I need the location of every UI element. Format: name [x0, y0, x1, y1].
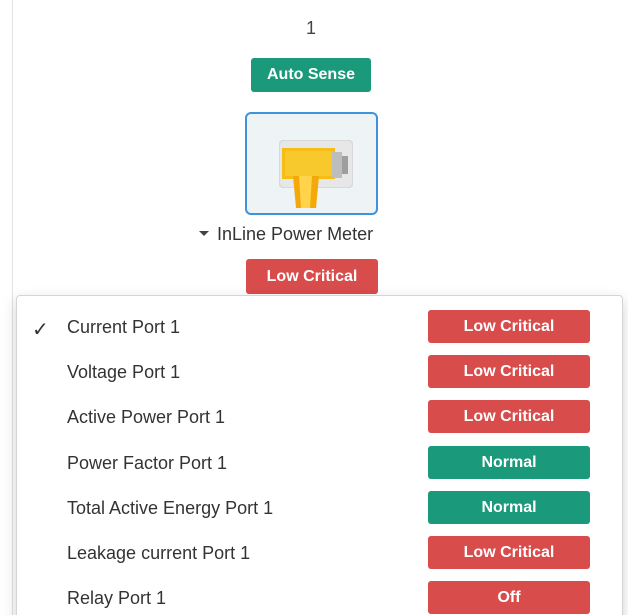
sensor-status-badge: Normal — [428, 491, 590, 524]
device-name-toggle[interactable]: InLine Power Meter — [199, 224, 429, 245]
sensor-status-badge: Low Critical — [428, 536, 590, 569]
sensor-label: Power Factor Port 1 — [67, 453, 228, 473]
sensor-label: Total Active Energy Port 1 — [67, 498, 274, 518]
sensor-status-badge: Low Critical — [428, 355, 590, 388]
sensor-status-badge: Off — [428, 581, 590, 614]
device-name: InLine Power Meter — [217, 224, 374, 244]
sensor-label: Current Port 1 — [67, 317, 181, 337]
caret-down-icon — [199, 230, 209, 236]
port-number: 1 — [305, 18, 316, 38]
sensor-status-badge: Normal — [428, 446, 590, 479]
auto-sense-badge: Auto Sense — [251, 58, 371, 92]
check-icon: ✓ — [32, 319, 49, 341]
device-status-badge: Low Critical — [246, 259, 378, 294]
sensor-status-badge: Low Critical — [428, 400, 590, 433]
inline-power-meter-icon — [279, 140, 353, 208]
port-detail-page: 1 Auto Sense InLine Power Meter Low Crit… — [0, 0, 628, 615]
device-tile[interactable] — [245, 112, 378, 215]
sensor-row-voltage-port-1[interactable]: Voltage Port 1 Low Critical — [17, 355, 622, 399]
sensor-label: Leakage current Port 1 — [67, 543, 251, 563]
sensor-row-active-power-port-1[interactable]: Active Power Port 1 Low Critical — [17, 400, 622, 444]
sensor-label: Active Power Port 1 — [67, 407, 226, 427]
sensor-row-current-port-1[interactable]: ✓ Current Port 1 Low Critical — [17, 310, 622, 354]
sensor-status-badge: Low Critical — [428, 310, 590, 343]
sensor-label: Voltage Port 1 — [67, 362, 181, 382]
sensor-row-total-active-energy-port-1[interactable]: Total Active Energy Port 1 Normal — [17, 491, 622, 535]
sensor-row-relay-port-1[interactable]: Relay Port 1 Off — [17, 581, 622, 615]
sensor-label: Relay Port 1 — [67, 588, 167, 608]
sensor-row-power-factor-port-1[interactable]: Power Factor Port 1 Normal — [17, 446, 622, 490]
sensor-dropdown: ✓ Current Port 1 Low Critical Voltage Po… — [16, 295, 623, 615]
sensor-row-leakage-current-port-1[interactable]: Leakage current Port 1 Low Critical — [17, 536, 622, 580]
